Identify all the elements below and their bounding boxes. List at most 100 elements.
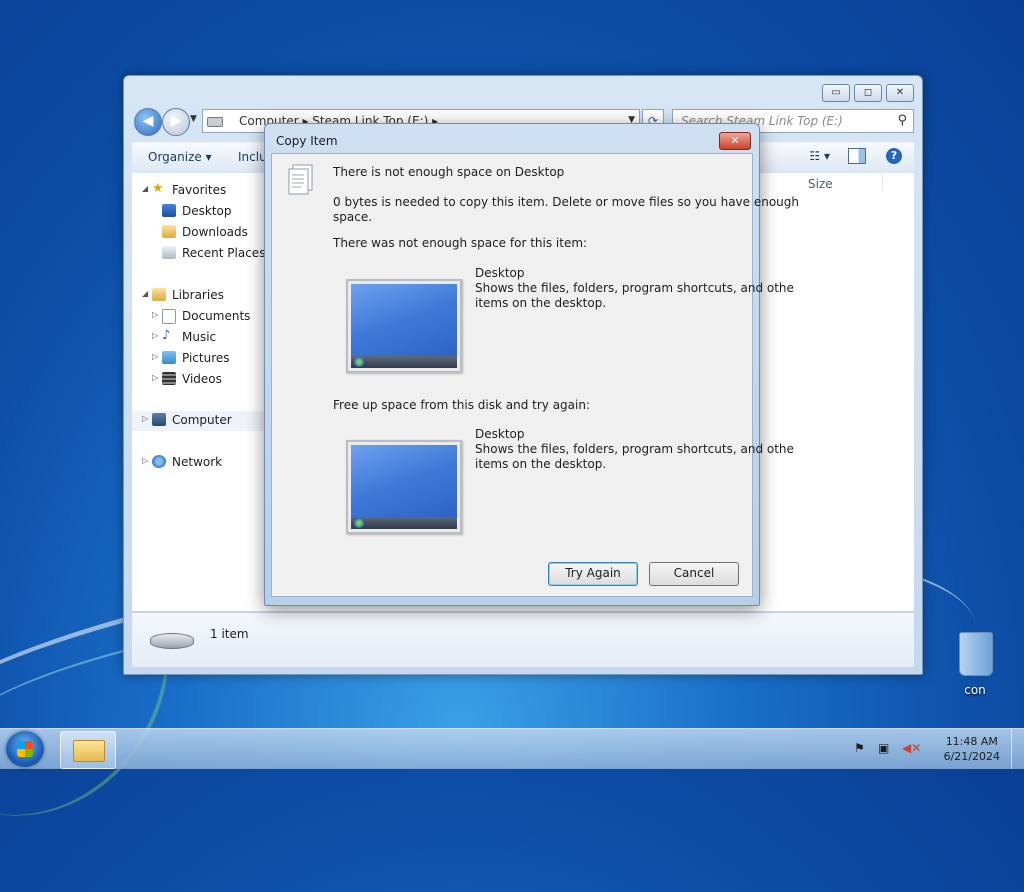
show-desktop-button[interactable] (1011, 729, 1024, 769)
navigation-pane: ◢ ★ Favorites Desktop Downloads Recent P… (132, 173, 268, 611)
item-description: Shows the files, folders, program shortc… (475, 281, 794, 295)
nav-item-videos[interactable]: ▷ Videos (132, 370, 268, 390)
expanded-arrow-icon[interactable]: ◢ (142, 184, 148, 193)
document-icon (288, 164, 313, 195)
nav-favorites[interactable]: ◢ ★ Favorites (132, 181, 268, 201)
recent-pages-dropdown-icon[interactable]: ▼ (190, 114, 197, 124)
recent-places-icon (162, 246, 176, 259)
nav-libraries[interactable]: ◢ Libraries (132, 286, 268, 306)
view-options-button[interactable]: ☷ ▾ (809, 149, 830, 163)
nav-label: Desktop (182, 204, 232, 218)
minimize-button[interactable]: ▭ (822, 84, 850, 102)
clock-date: 6/21/2024 (943, 750, 1000, 763)
nav-item-pictures[interactable]: ▷ Pictures (132, 349, 268, 369)
thumbnail-taskbar (351, 356, 457, 368)
collapsed-arrow-icon[interactable]: ▷ (152, 373, 158, 382)
expanded-arrow-icon[interactable]: ◢ (142, 289, 148, 298)
section-label: Free up space from this disk and try aga… (333, 398, 591, 412)
organize-menu[interactable]: Organize ▾ (148, 150, 212, 164)
nav-label: Libraries (172, 288, 224, 302)
recycle-bin-label: con (964, 683, 986, 697)
collapsed-arrow-icon[interactable]: ▷ (152, 331, 158, 340)
nav-item-recent-places[interactable]: Recent Places (132, 244, 268, 264)
drive-icon (207, 117, 223, 127)
recycle-bin-icon (959, 632, 993, 676)
item-description: items on the desktop. (475, 296, 607, 310)
column-separator[interactable] (882, 173, 883, 191)
search-icon[interactable]: ⚲ (897, 113, 907, 128)
dialog-close-button[interactable]: ✕ (719, 132, 751, 150)
dialog-title: Copy Item (276, 134, 338, 148)
system-tray: ⚑ ▣ ◀✕ 11:48 AM 6/21/2024 (854, 729, 1024, 769)
nav-label: Downloads (182, 225, 248, 239)
maximize-button[interactable]: ◻ (854, 84, 882, 102)
start-orb-icon (354, 518, 364, 528)
item-description: Shows the files, folders, program shortc… (475, 442, 794, 456)
clock[interactable]: 11:48 AM 6/21/2024 (944, 734, 1000, 764)
dialog-message: 0 bytes is needed to copy this item. Del… (333, 195, 800, 209)
dialog-heading: There is not enough space on Desktop (333, 165, 565, 179)
preview-pane-icon[interactable] (848, 148, 866, 164)
drive-icon (150, 633, 194, 649)
nav-item-desktop[interactable]: Desktop (132, 202, 268, 222)
nav-computer[interactable]: ▷ Computer (132, 411, 268, 431)
nav-item-downloads[interactable]: Downloads (132, 223, 268, 243)
window-controls: ▭ ◻ ✕ (822, 84, 914, 102)
dialog-body: There is not enough space on Desktop 0 b… (271, 153, 799, 597)
desktop-thumbnail (346, 440, 462, 534)
try-again-button[interactable]: Try Again (548, 562, 638, 586)
libraries-icon (152, 288, 166, 301)
documents-icon (162, 309, 176, 324)
copy-item-dialog: Copy Item ✕ There is not enough space on… (264, 123, 799, 606)
nav-label: Pictures (182, 351, 230, 365)
collapsed-arrow-icon[interactable]: ▷ (152, 352, 158, 361)
forward-button[interactable]: ▶ (162, 108, 190, 136)
details-pane: 1 item (132, 612, 914, 667)
videos-icon (162, 372, 176, 385)
network-icon[interactable]: ▣ (878, 741, 892, 755)
nav-label: Favorites (172, 183, 227, 197)
nav-item-music[interactable]: ▷ ♪ Music (132, 328, 268, 348)
nav-label: Computer (172, 413, 232, 427)
dialog-message: space. (333, 210, 373, 224)
nav-label: Network (172, 455, 223, 469)
column-header-size[interactable]: Size (808, 177, 833, 191)
nav-label: Music (182, 330, 217, 344)
folder-icon (73, 740, 105, 762)
network-icon (152, 455, 166, 468)
start-button[interactable] (6, 731, 44, 767)
nav-label: Recent Places (182, 246, 266, 260)
collapsed-arrow-icon[interactable]: ▷ (142, 414, 148, 423)
collapsed-arrow-icon[interactable]: ▷ (152, 310, 158, 319)
taskbar: ⚑ ▣ ◀✕ 11:48 AM 6/21/2024 (0, 728, 1024, 769)
action-center-flag-icon[interactable]: ⚑ (854, 741, 868, 755)
cancel-button[interactable]: Cancel (649, 562, 739, 586)
thumbnail-taskbar (351, 517, 457, 529)
item-name: Desktop (475, 427, 525, 441)
downloads-folder-icon (162, 225, 176, 238)
thumbnail-screen (351, 284, 457, 368)
help-icon[interactable]: ? (886, 148, 902, 164)
collapsed-arrow-icon[interactable]: ▷ (142, 456, 148, 465)
include-in-library-menu[interactable]: Inclu (238, 150, 267, 164)
nav-label: Documents (182, 309, 251, 323)
desktop-thumbnail (346, 279, 462, 373)
taskbar-explorer-button[interactable] (60, 731, 116, 769)
section-label: There was not enough space for this item… (333, 236, 588, 250)
windows-logo-icon (17, 741, 33, 757)
volume-muted-icon[interactable]: ◀✕ (902, 741, 921, 755)
item-count: 1 item (210, 627, 249, 641)
nav-network[interactable]: ▷ Network (132, 453, 268, 473)
nav-item-documents[interactable]: ▷ Documents (132, 307, 268, 327)
nav-label: Videos (182, 372, 222, 386)
start-orb-icon (354, 357, 364, 367)
item-description: items on the desktop. (475, 457, 607, 471)
desktop-icon (162, 204, 176, 217)
item-name: Desktop (475, 266, 525, 280)
computer-icon (152, 413, 166, 426)
star-icon: ★ (152, 181, 164, 196)
clock-time: 11:48 AM (945, 735, 998, 748)
music-icon: ♪ (162, 328, 171, 343)
back-button[interactable]: ◀ (134, 108, 162, 136)
close-button[interactable]: ✕ (886, 84, 914, 102)
